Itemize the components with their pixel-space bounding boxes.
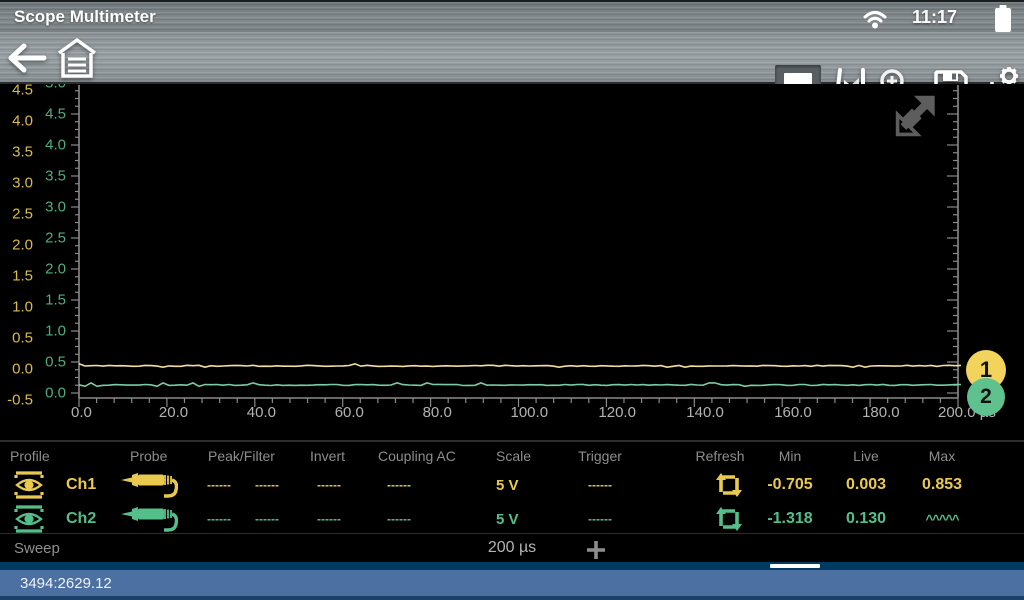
header-coupling: Coupling AC <box>378 448 456 464</box>
ch1-live-value: 0.003 <box>831 468 901 502</box>
footer-status-bar: 3494:2629.12 <box>0 570 1024 600</box>
ch1-y-axis-label: 3.0 <box>0 175 33 192</box>
ch2-filter-setting[interactable]: ------ <box>255 502 279 536</box>
x-axis-label: 20.0 <box>159 404 188 421</box>
ch2-probe-icon[interactable] <box>120 502 178 536</box>
header-scale: Scale <box>496 448 531 464</box>
ch2-y-axis-label: 5.0 <box>36 84 66 92</box>
ch1-y-axis-label: 3.5 <box>0 144 33 161</box>
ch1-profile-eye-icon[interactable] <box>14 468 44 502</box>
ch1-y-axis-label: 1.5 <box>0 268 33 285</box>
ch1-label[interactable]: Ch1 <box>66 468 96 502</box>
ch1-peak-setting[interactable]: ------ <box>207 468 231 502</box>
header-live: Live <box>831 448 901 464</box>
ch2-profile-eye-icon[interactable] <box>14 502 44 536</box>
ch2-y-axis-label: 0.0 <box>36 385 66 402</box>
sweep-label: Sweep <box>14 540 60 557</box>
header-refresh: Refresh <box>690 448 750 464</box>
home-button[interactable] <box>55 34 99 82</box>
back-button[interactable] <box>6 36 50 80</box>
header-trigger: Trigger <box>576 448 624 464</box>
ch1-max-value: 0.853 <box>907 468 977 502</box>
ch2-min-value: -1.318 <box>755 502 825 536</box>
header-min: Min <box>755 448 825 464</box>
x-axis-label: 120.0 <box>598 404 636 421</box>
ch2-scale[interactable]: 5 V <box>496 502 519 536</box>
ch2-y-axis-label: 1.0 <box>36 323 66 340</box>
header-profile: Profile <box>10 448 50 464</box>
expand-icon[interactable] <box>893 92 945 144</box>
ch2-y-axis-label: 4.5 <box>36 106 66 123</box>
nav-handle[interactable] <box>770 564 820 568</box>
status-bar: Scope Multimeter 11:17 <box>0 0 1024 32</box>
ch2-y-axis-label: 4.0 <box>36 137 66 154</box>
ch2-y-axis-label: 2.5 <box>36 230 66 247</box>
ch2-live-value: 0.130 <box>831 502 901 536</box>
ch2-refresh-icon[interactable] <box>714 502 744 536</box>
nav-strip <box>0 562 1024 570</box>
ch1-invert-setting[interactable]: ------ <box>317 468 341 502</box>
ch1-y-axis-label: 1.0 <box>0 299 33 316</box>
ch1-y-axis-label: 2.0 <box>0 237 33 254</box>
sweep-value[interactable]: 200 µs <box>452 539 572 557</box>
ch2-y-axis-label: 3.0 <box>36 199 66 216</box>
scope-trace[interactable] <box>79 364 961 367</box>
toolbar <box>0 32 1024 84</box>
x-axis-label: 60.0 <box>335 404 364 421</box>
channel-settings-panel: Profile Probe Peak/Filter Invert Couplin… <box>0 440 1024 533</box>
x-axis-label: 40.0 <box>247 404 276 421</box>
ch2-y-axis-label: 0.5 <box>36 354 66 371</box>
x-axis-label: 100.0 <box>511 404 549 421</box>
header-max: Max <box>907 448 977 464</box>
ch1-min-value: -0.705 <box>755 468 825 502</box>
ch2-y-axis-label: 2.0 <box>36 261 66 278</box>
ch2-coupling-setting[interactable]: ------ <box>387 502 411 536</box>
header-peak-filter: Peak/Filter <box>208 448 275 464</box>
channel1-row: Ch1 ------ ------ ------ ------ 5 V ----… <box>0 468 1024 502</box>
ch1-probe-icon[interactable] <box>120 468 178 502</box>
add-sweep-icon[interactable] <box>583 537 609 563</box>
ch2-y-axis-label: 3.5 <box>36 168 66 185</box>
wifi-icon <box>862 8 888 35</box>
scope-graph-area[interactable]: 4.54.03.53.02.52.01.51.00.50.0-0.55.04.5… <box>0 84 1024 440</box>
footer-readout: 3494:2629.12 <box>20 575 112 592</box>
scope-trace[interactable] <box>79 383 961 386</box>
ch2-max-value: ^^^^^ <box>907 502 977 536</box>
ch1-y-axis-label: 4.5 <box>0 84 33 99</box>
clock: 11:17 <box>912 7 957 28</box>
ch2-y-axis-label: 1.5 <box>36 292 66 309</box>
x-axis-label: 180.0 <box>862 404 900 421</box>
x-axis-label: 80.0 <box>423 404 452 421</box>
ch2-peak-setting[interactable]: ------ <box>207 502 231 536</box>
sweep-row: Sweep 200 µs <box>0 533 1024 562</box>
ch1-coupling-setting[interactable]: ------ <box>387 468 411 502</box>
ch1-y-axis-label: 0.0 <box>0 361 33 378</box>
x-axis-label: 160.0 <box>774 404 812 421</box>
scope-multimeter-app: Scope Multimeter 11:17 <box>0 0 1024 600</box>
ch1-y-axis-label: 0.5 <box>0 330 33 347</box>
scope-plot <box>0 84 1024 440</box>
header-probe: Probe <box>130 448 167 464</box>
app-title: Scope Multimeter <box>14 7 156 27</box>
ch1-y-axis-label: 2.5 <box>0 206 33 223</box>
x-axis-label: 140.0 <box>686 404 724 421</box>
ch2-label[interactable]: Ch2 <box>66 502 96 536</box>
x-axis-label: 0.0 <box>71 404 92 421</box>
ch1-y-axis-label: 4.0 <box>0 113 33 130</box>
channel2-marker[interactable]: 2 <box>967 378 1005 416</box>
header-invert: Invert <box>310 448 345 464</box>
ch1-refresh-icon[interactable] <box>714 468 744 502</box>
ch1-scale[interactable]: 5 V <box>496 468 519 502</box>
ch2-trigger-setting[interactable]: ------ <box>576 502 624 536</box>
ch2-invert-setting[interactable]: ------ <box>317 502 341 536</box>
ch1-y-axis-label: -0.5 <box>0 392 33 409</box>
ch1-trigger-setting[interactable]: ------ <box>576 468 624 502</box>
ch1-filter-setting[interactable]: ------ <box>255 468 279 502</box>
channel2-row: Ch2 ------ ------ ------ ------ 5 V ----… <box>0 502 1024 536</box>
